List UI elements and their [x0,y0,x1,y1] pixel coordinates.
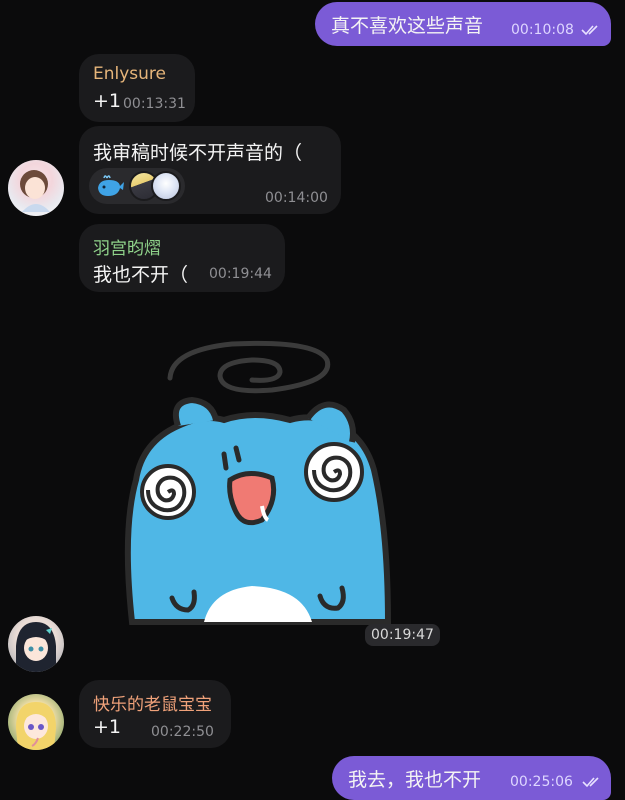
sender-avatar[interactable] [8,694,64,750]
message-text: +1 [93,716,122,738]
dizzy-blue-cat-sticker[interactable] [112,330,402,626]
whale-emoji-icon [98,175,124,196]
message-time: 00:10:08 [511,22,574,38]
double-check-icon [582,777,599,788]
incoming-message[interactable]: 羽宫昀熠 我也不开（ 00:19:44 [79,224,285,292]
message-time: 00:19:44 [209,266,272,282]
sender-avatar[interactable] [8,160,64,216]
message-text: 我也不开（ [93,264,189,286]
message-text: 我审稿时候不开声音的（ [93,142,303,164]
avatar-anime-icon [16,622,56,672]
message-time: 00:25:06 [510,774,573,790]
incoming-message[interactable]: 我审稿时候不开声音的（ 00:14:00 [79,126,341,214]
message-time: 00:14:00 [265,190,328,206]
reactions-bar[interactable] [89,168,185,204]
message-time: 00:22:50 [151,724,214,740]
outgoing-message[interactable]: 我去，我也不开 00:25:06 [332,756,611,800]
sender-avatar[interactable] [8,616,64,672]
reactor-avatar [151,171,181,201]
incoming-message[interactable]: 快乐的老鼠宝宝 +1 00:22:50 [79,680,231,748]
outgoing-message[interactable]: 真不喜欢这些声音 00:10:08 [315,2,611,46]
sender-name[interactable]: 羽宫昀熠 [93,234,161,259]
avatar-girl-icon [20,170,50,212]
sticker-time: 00:19:47 [365,624,440,646]
message-text: 真不喜欢这些声音 [331,15,484,37]
double-check-icon [581,25,598,36]
message-text: 我去，我也不开 [348,769,482,791]
message-time: 00:13:31 [123,96,186,112]
sender-name[interactable]: Enlysure [93,64,166,84]
message-text: +1 [93,90,122,112]
incoming-message[interactable]: Enlysure +1 00:13:31 [79,54,195,122]
sender-name[interactable]: 快乐的老鼠宝宝 [93,690,212,715]
avatar-blonde-girl-icon [16,702,56,750]
